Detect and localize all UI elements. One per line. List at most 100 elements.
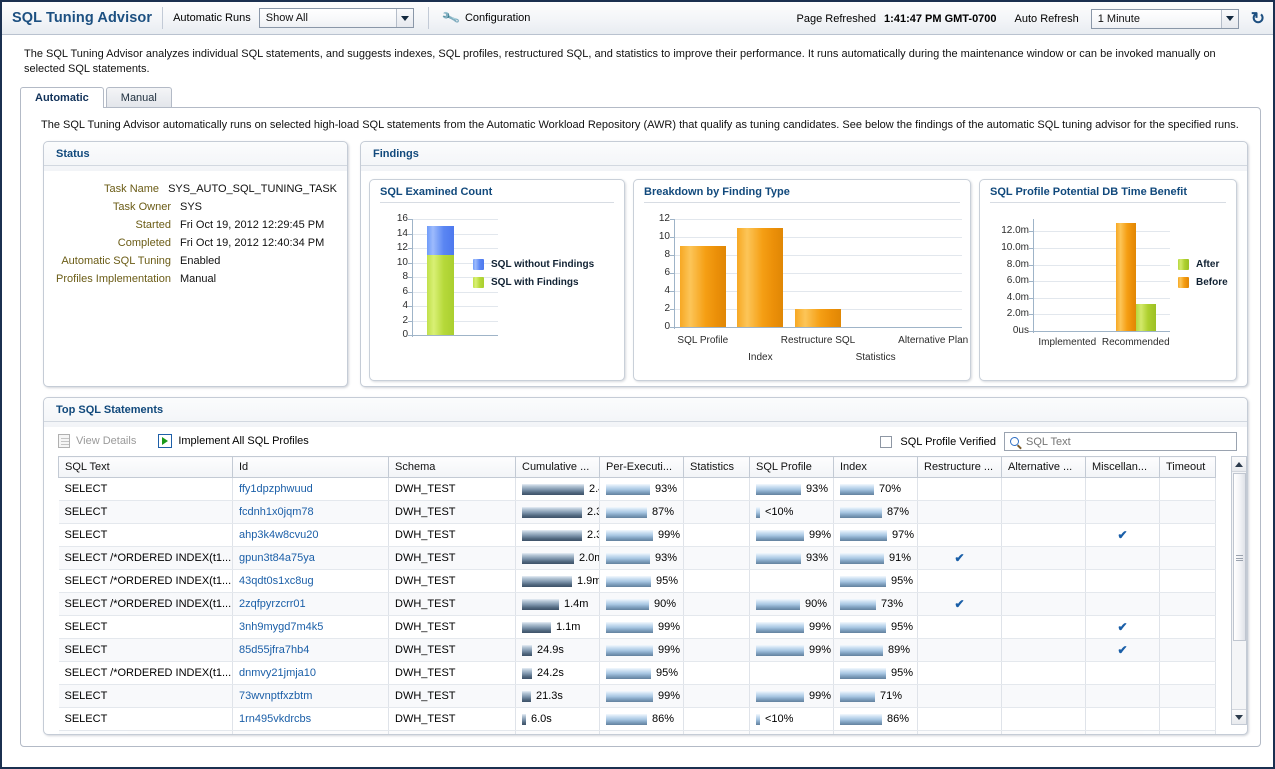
implement-all-sql-profiles-button[interactable]: Implement All SQL Profiles	[158, 434, 308, 448]
cell-restructure	[918, 478, 1002, 501]
chart-title: Breakdown by Finding Type	[634, 180, 970, 207]
cell-sql-text: SELECT /*ORDERED INDEX(t1...	[59, 547, 233, 570]
sql-id-link[interactable]: fcdnh1x0jqm78	[239, 506, 314, 518]
scroll-down-button[interactable]	[1232, 709, 1246, 724]
table-row[interactable]: SELECT /*ORDERED INDEX(t1...43qdt0s1xc8u…	[59, 570, 1216, 593]
sql-id-link[interactable]: 2zqfpyrzcrr01	[239, 598, 306, 610]
cell-id[interactable]: 1rn495vkdrcbs	[233, 708, 389, 731]
sql-profile-verified-checkbox[interactable]	[880, 436, 892, 448]
page-refreshed-label: Page Refreshed	[797, 13, 877, 25]
auto-refresh-select[interactable]: 1 Minute	[1091, 9, 1239, 29]
cell-cumulative: 21.3s	[516, 685, 600, 708]
cell-index	[834, 731, 918, 736]
col-timeout[interactable]: Timeout	[1160, 457, 1216, 478]
cell-alternative	[1002, 639, 1086, 662]
sql-id-link[interactable]: 1rn495vkdrcbs	[239, 713, 311, 725]
cell-per-execution: 99%	[600, 639, 684, 662]
sql-id-link[interactable]: dnmvy21jmja10	[239, 667, 316, 679]
scrollbar-thumb[interactable]	[1233, 473, 1246, 641]
divider	[428, 7, 429, 29]
status-row: Completed Fri Oct 19, 2012 12:40:34 PM	[52, 237, 337, 249]
cell-sql-text: SELECT	[59, 616, 233, 639]
cell-timeout	[1160, 501, 1216, 524]
table-row[interactable]: SELECT85d55jfra7hb4DWH_TEST24.9s99%99%89…	[59, 639, 1216, 662]
col-per-execution[interactable]: Per-Executi...	[600, 457, 684, 478]
col-sql-profile[interactable]: SQL Profile	[750, 457, 834, 478]
cell-per-execution: 93%	[600, 478, 684, 501]
cell-id[interactable]: ahp3k4w8cvu20	[233, 524, 389, 547]
status-findings-row: Status Task Name SYS_AUTO_SQL_TUNING_TAS…	[21, 141, 1260, 387]
table-row[interactable]: SELECT /*ORDERED INDEX(t1...2zqfpyrzcrr0…	[59, 593, 1216, 616]
view-details-button[interactable]: View Details	[58, 434, 136, 448]
table-row[interactable]: SELECT73wvnptfxzbtmDWH_TEST21.3s99%99%71…	[59, 685, 1216, 708]
chevron-down-icon[interactable]	[1221, 10, 1238, 28]
cell-sql-profile: 99%	[750, 685, 834, 708]
cell-id[interactable]: 3nh9mygd7m4k5	[233, 616, 389, 639]
cell-id[interactable]: fcdnh1x0jqm78	[233, 501, 389, 524]
table-row[interactable]: SELECTfcdnh1x0jqm78DWH_TEST2.3m87%<10%87…	[59, 501, 1216, 524]
header-right-group: Page Refreshed 1:41:47 PM GMT-0700 Auto …	[797, 2, 1265, 35]
sql-id-link[interactable]: 85d55jfra7hb4	[239, 644, 309, 656]
table-row[interactable]: SELECT /*ORDERED INDEX(t1...dnmvy21jmja1…	[59, 662, 1216, 685]
cell-id[interactable]: gpun3t84a75ya	[233, 547, 389, 570]
cell-statistics	[684, 501, 750, 524]
table-row[interactable]: SELECTffy1dpzphwuudDWH_TEST2.4m93%93%70%	[59, 478, 1216, 501]
metric-bar	[522, 599, 559, 610]
col-alternative[interactable]: Alternative ...	[1002, 457, 1086, 478]
cell-id[interactable]: 73wvnptfxzbtm	[233, 685, 389, 708]
cell-per-execution	[600, 731, 684, 736]
table-row[interactable]: SELECT3nh9mygd7m4k5DWH_TEST1.1m99%99%95%…	[59, 616, 1216, 639]
col-schema[interactable]: Schema	[389, 457, 516, 478]
sql-text-search-box[interactable]	[1004, 432, 1237, 451]
metric-value: 70%	[879, 483, 901, 495]
col-restructure[interactable]: Restructure ...	[918, 457, 1002, 478]
chevron-down-icon[interactable]	[396, 9, 413, 27]
table-row[interactable]: SELECT1rn495vkdrcbsDWH_TEST6.0s86%<10%86…	[59, 708, 1216, 731]
refresh-icon[interactable]: ↻	[1251, 10, 1265, 27]
sql-id-link[interactable]: gpun3t84a75ya	[239, 552, 315, 564]
cell-id[interactable]: dnmvy21jmja10	[233, 662, 389, 685]
cell-id[interactable]: ffy1dpzphwuud	[233, 478, 389, 501]
check-icon: ✔	[1092, 528, 1153, 542]
cell-per-execution: 95%	[600, 662, 684, 685]
cell-id[interactable]: 9aaf9aa2a2b	[233, 731, 389, 736]
charts-row: SQL Examined Count 0246810121416SQL with…	[361, 171, 1247, 381]
configuration-button[interactable]: 🔧 Configuration	[443, 10, 531, 26]
cell-id[interactable]: 85d55jfra7hb4	[233, 639, 389, 662]
col-statistics[interactable]: Statistics	[684, 457, 750, 478]
col-cumulative[interactable]: Cumulative ...	[516, 457, 600, 478]
sql-id-link[interactable]: 3nh9mygd7m4k5	[239, 621, 323, 633]
tab-manual[interactable]: Manual	[106, 87, 172, 108]
sql-id-link[interactable]: ffy1dpzphwuud	[239, 483, 313, 495]
search-input[interactable]	[1024, 435, 1224, 449]
table-row[interactable]: SELECT /*ORDERED INDEX(t1... gpun3t84a75y…	[59, 547, 1216, 570]
grip-icon	[1236, 554, 1243, 561]
table-row[interactable]: SELECTahp3k4w8cvu20DWH_TEST2.3m99%99%97%…	[59, 524, 1216, 547]
automatic-runs-select[interactable]: Show All	[259, 8, 414, 28]
tab-automatic[interactable]: Automatic	[20, 87, 104, 108]
metric-value: 95%	[656, 575, 678, 587]
sql-id-link[interactable]: ahp3k4w8cvu20	[239, 529, 319, 541]
table-row[interactable]: INSERT /*+NESTED_TABLE_G...9aaf9aa2a2bDW…	[59, 731, 1216, 736]
sql-id-link[interactable]: 43qdt0s1xc8ug	[239, 575, 314, 587]
status-key: Completed	[52, 237, 180, 249]
table-vertical-scrollbar[interactable]	[1231, 456, 1247, 725]
metric-value: 1.4m	[564, 598, 588, 610]
scroll-up-button[interactable]	[1232, 457, 1246, 472]
status-row: Profiles Implementation Manual	[52, 273, 337, 285]
cell-statistics	[684, 478, 750, 501]
col-id[interactable]: Id	[233, 457, 389, 478]
chart-x-tick-label: SQL Profile	[651, 335, 755, 346]
status-key: Task Owner	[52, 201, 180, 213]
metric-bar	[756, 622, 804, 633]
col-index[interactable]: Index	[834, 457, 918, 478]
sql-id-link[interactable]: 73wvnptfxzbtm	[239, 690, 312, 702]
col-miscellaneous[interactable]: Miscellan...	[1086, 457, 1160, 478]
col-sql-text[interactable]: SQL Text	[59, 457, 233, 478]
metric-bar	[522, 622, 551, 633]
chart-bar	[795, 309, 841, 327]
cell-id[interactable]: 43qdt0s1xc8ug	[233, 570, 389, 593]
cell-cumulative: 1.4m	[516, 593, 600, 616]
cell-miscellaneous	[1086, 570, 1160, 593]
cell-id[interactable]: 2zqfpyrzcrr01	[233, 593, 389, 616]
